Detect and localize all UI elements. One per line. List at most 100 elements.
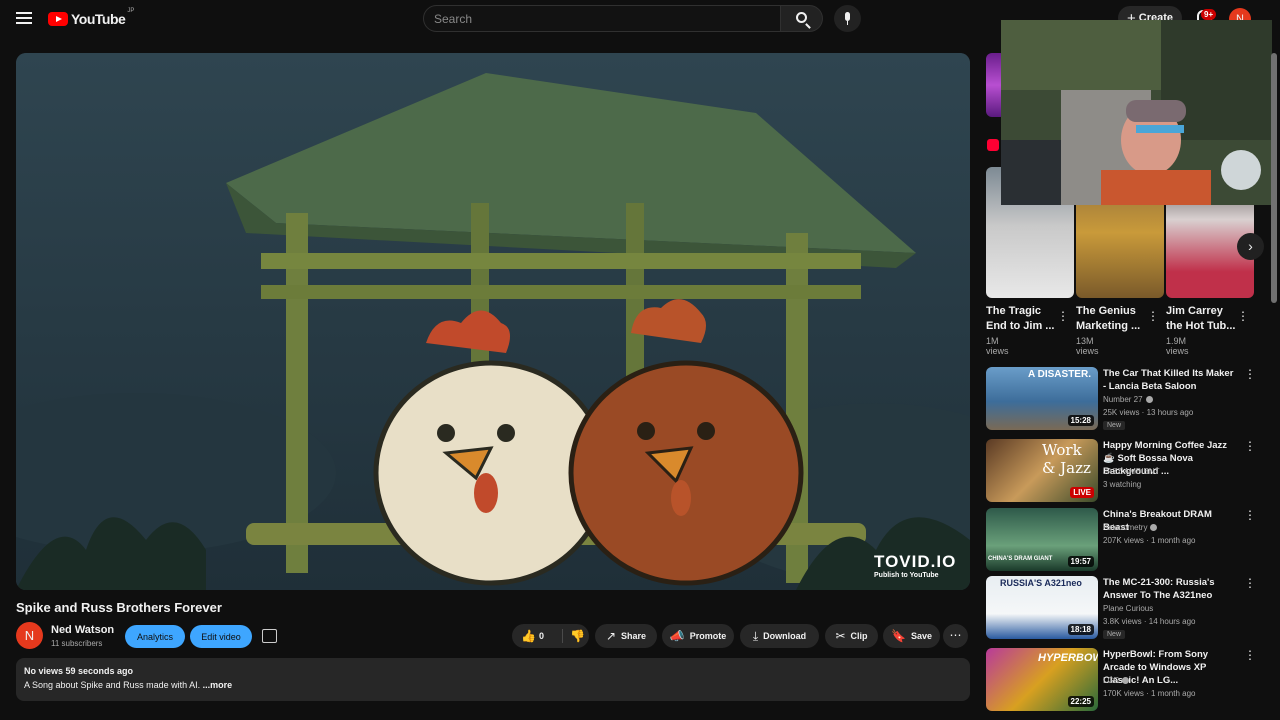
video-title[interactable]: The MC-21-300: Russia's Answer To The A3…	[1103, 576, 1239, 602]
youtube-logo[interactable]: YouTube JP	[48, 8, 135, 27]
menu-icon[interactable]	[16, 12, 32, 24]
duration-badge: 19:57	[1067, 556, 1094, 567]
video-player[interactable]: TOVID.IO Publish to YouTube	[16, 53, 970, 590]
channel-name[interactable]: Plane Curious	[1103, 604, 1153, 613]
notification-badge: 9+	[1201, 9, 1217, 20]
short-menu-icon[interactable]: ⋮	[1147, 309, 1159, 323]
video-thumbnail[interactable]: CHINA'S DRAM GIANT 19:57	[986, 508, 1098, 571]
share-label: Share	[621, 631, 647, 641]
channel-name[interactable]: LGR	[1103, 676, 1130, 685]
verified-icon	[1145, 396, 1153, 404]
analytics-button[interactable]: Analytics	[125, 625, 185, 648]
channel-label: Number 27	[1103, 395, 1143, 404]
dislike-icon[interactable]: 👎	[570, 629, 585, 643]
share-button[interactable]: ↗ Share	[595, 624, 657, 648]
video-stats: 25K views · 13 hours ago	[1103, 408, 1194, 417]
thumbnail-text: HYPERBOWL	[1038, 652, 1098, 664]
video-thumbnail[interactable]: Work & Jazz LIVE	[986, 439, 1098, 502]
short-title[interactable]: The Tragic End to Jim ...	[986, 304, 1056, 334]
watermark-sub: Publish to YouTube	[874, 572, 939, 579]
short-views: 1M views	[986, 336, 1009, 356]
like-divider	[562, 629, 563, 643]
channel-name[interactable]: Number 27	[1103, 395, 1153, 404]
watermark: TOVID.IO Publish to YouTube	[874, 552, 956, 579]
like-dislike-group: 👍 0 👎	[512, 624, 589, 648]
channel-avatar[interactable]: N	[16, 622, 43, 649]
clip-label: Clip	[850, 631, 868, 641]
video-menu-icon[interactable]: ⋮	[1244, 508, 1256, 522]
shorts-icon	[987, 139, 999, 151]
search-button[interactable]	[781, 5, 823, 32]
short-title[interactable]: Jim Carrey the Hot Tub...	[1166, 304, 1236, 334]
logo-text: YouTube	[71, 11, 126, 27]
short-views: 1.9M views	[1166, 336, 1189, 356]
recommended-video[interactable]: RUSSIA'S A321neo 18:18 The MC-21-300: Ru…	[986, 576, 1266, 640]
live-badge: LIVE	[1070, 487, 1094, 498]
channel-label: Asianometry	[1103, 523, 1148, 532]
video-stats: 207K views · 1 month ago	[1103, 536, 1196, 545]
channel-name[interactable]: Asianometry	[1103, 523, 1158, 532]
duration-badge: 22:25	[1067, 696, 1094, 707]
recommended-video[interactable]: CHINA'S DRAM GIANT 19:57 China's Breakou…	[986, 508, 1266, 572]
short-menu-icon[interactable]: ⋮	[1057, 309, 1069, 323]
search-box	[423, 5, 781, 32]
more-actions-button[interactable]: ⋯	[943, 624, 968, 648]
thumbnail-text: RUSSIA'S A321neo	[1000, 578, 1082, 588]
megaphone-icon: 📣	[669, 629, 685, 643]
picture-in-picture-webcam[interactable]	[1001, 20, 1272, 205]
like-icon[interactable]: 👍	[521, 629, 536, 643]
promote-label: Promote	[689, 631, 727, 641]
channel-name[interactable]: JAZZ AMBIENT	[1103, 467, 1159, 476]
short-title[interactable]: The Genius Marketing ...	[1076, 304, 1146, 334]
bookmark-icon: 🔖	[891, 629, 906, 643]
description-box[interactable]: No views 59 seconds ago A Song about Spi…	[16, 658, 970, 701]
view-meta: No views 59 seconds ago	[24, 666, 134, 676]
verified-icon	[1122, 677, 1130, 685]
search-icon	[796, 12, 807, 23]
video-menu-icon[interactable]: ⋮	[1244, 439, 1256, 453]
video-stats: 170K views · 1 month ago	[1103, 689, 1196, 698]
repost-icon[interactable]	[262, 629, 277, 643]
video-thumbnail[interactable]: A DISASTER. 15:28	[986, 367, 1098, 430]
promote-button[interactable]: 📣 Promote	[662, 624, 734, 648]
recommended-video[interactable]: Work & Jazz LIVE Happy Morning Coffee Ja…	[986, 439, 1266, 503]
voice-search-button[interactable]	[834, 5, 861, 32]
recommended-video[interactable]: HYPERBOWL 22:25 HyperBowl: From Sony Arc…	[986, 648, 1266, 712]
shorts-next-arrow[interactable]: ›	[1237, 233, 1264, 260]
duration-badge: 15:28	[1067, 415, 1094, 426]
clip-button[interactable]: ✂ Clip	[825, 624, 878, 648]
video-title[interactable]: The Car That Killed Its Maker - Lancia B…	[1103, 367, 1239, 393]
thumbnail-text: A DISASTER.	[1028, 369, 1091, 380]
youtube-play-icon	[48, 12, 68, 26]
search-input[interactable]	[424, 6, 780, 31]
video-menu-icon[interactable]: ⋮	[1244, 367, 1256, 381]
edit-video-button[interactable]: Edit video	[190, 625, 252, 648]
region-code: JP	[127, 8, 135, 14]
scissors-icon: ✂	[835, 629, 846, 643]
thumbnail-text: CHINA'S DRAM GIANT	[988, 556, 1053, 562]
like-count: 0	[539, 631, 545, 641]
sidebar-scrollbar[interactable]	[1271, 53, 1277, 303]
download-label: Download	[763, 631, 807, 641]
video-stats: 3.8K views · 14 hours ago	[1103, 617, 1196, 626]
channel-name[interactable]: Ned Watson	[51, 624, 114, 636]
video-menu-icon[interactable]: ⋮	[1244, 576, 1256, 590]
webcam-feed	[1001, 20, 1272, 205]
new-badge: New	[1103, 630, 1126, 639]
subscriber-count: 11 subscribers	[51, 639, 103, 648]
save-label: Save	[910, 631, 932, 641]
description-body: A Song about Spike and Russ made with AI…	[24, 680, 203, 690]
video-thumbnail[interactable]: RUSSIA'S A321neo 18:18	[986, 576, 1098, 639]
description-text: A Song about Spike and Russ made with AI…	[24, 680, 962, 690]
description-more[interactable]: ...more	[203, 680, 233, 690]
save-button[interactable]: 🔖 Save	[883, 624, 940, 648]
new-badge: New	[1103, 421, 1126, 430]
short-menu-icon[interactable]: ⋮	[1237, 309, 1249, 323]
recommended-video[interactable]: A DISASTER. 15:28 The Car That Killed It…	[986, 367, 1266, 431]
video-menu-icon[interactable]: ⋮	[1244, 648, 1256, 662]
video-title: Spike and Russ Brothers Forever	[16, 600, 222, 615]
download-icon: ⤓	[752, 628, 759, 643]
watermark-main: TOVID.IO	[874, 552, 957, 571]
download-button[interactable]: ⤓ Download	[740, 624, 819, 648]
video-thumbnail[interactable]: HYPERBOWL 22:25	[986, 648, 1098, 711]
